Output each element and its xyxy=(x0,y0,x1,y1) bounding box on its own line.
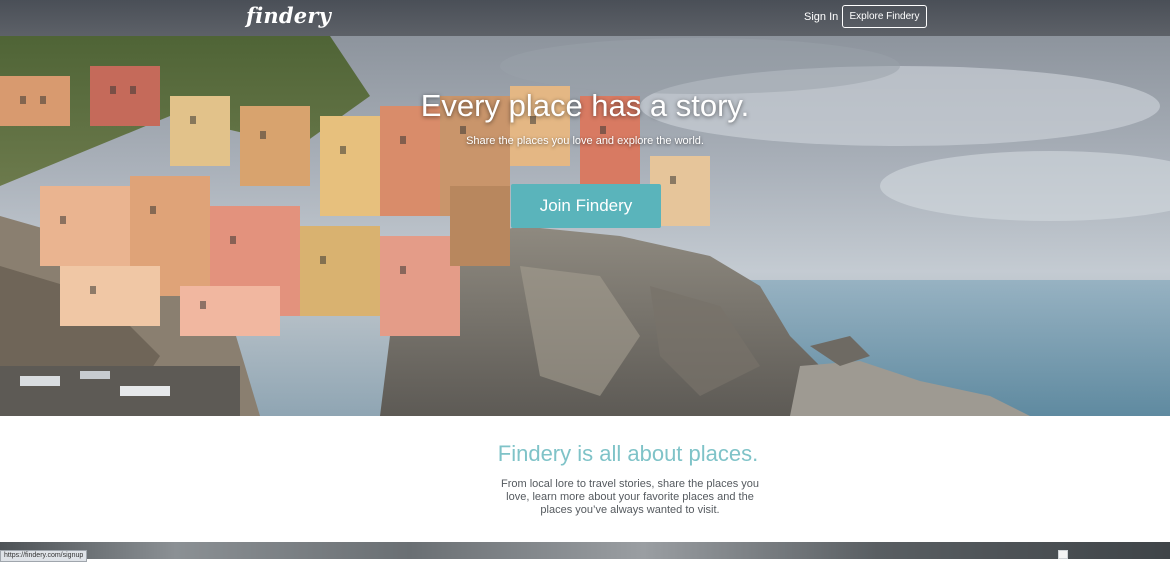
about-heading: Findery is all about places. xyxy=(497,441,759,466)
about-description: From local lore to travel stories, share… xyxy=(495,478,765,517)
hero-title: Every place has a story. xyxy=(420,88,750,123)
explore-findery-button[interactable]: Explore Findery xyxy=(842,5,927,28)
hero-section: Every place has a story. Share the place… xyxy=(0,36,1170,416)
about-line-2: love, learn more about your favorite pla… xyxy=(506,491,754,503)
hero-subtitle: Share the places you love and explore th… xyxy=(466,135,704,147)
findery-logo[interactable]: findery xyxy=(246,3,331,28)
join-findery-button[interactable]: Join Findery xyxy=(511,184,661,228)
broken-image-icon xyxy=(1058,550,1068,559)
top-nav-bar: findery Sign In Explore Findery xyxy=(0,0,1170,36)
status-bar-url: https://findery.com/signup xyxy=(0,550,88,562)
about-line-3: places you’ve always wanted to visit. xyxy=(540,504,720,516)
about-line-1: From local lore to travel stories, share… xyxy=(500,478,759,490)
sign-in-link[interactable]: Sign In xyxy=(804,11,838,23)
next-section-image xyxy=(0,542,1170,559)
